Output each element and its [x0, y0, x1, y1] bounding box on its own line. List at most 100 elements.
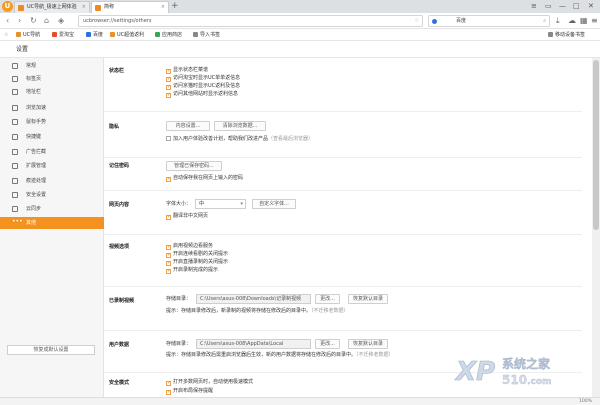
bookmark-item[interactable]: UC超值返利: [110, 29, 144, 41]
path-label: 存储目录：: [166, 296, 192, 302]
maximize-icon[interactable]: □: [573, 0, 580, 13]
checkbox-checked-icon[interactable]: ✓: [166, 381, 171, 386]
option-row[interactable]: ✓ 翻译非中文网页: [166, 212, 208, 220]
checkbox-checked-icon[interactable]: ✓: [166, 93, 171, 98]
path-note: 提示：存储目录修改后需重启浏览器后生效，新的用户数据将存储在修改后的目录中。（不…: [166, 352, 394, 358]
section-statusbar: 状态栏 ✓ 显示状态栏菜谱 ✓ 访问淘宝时显示UC单单返信息 ✓ 访问京猫时显示UC返…: [104, 58, 582, 111]
extension-icon[interactable]: ▦: [580, 16, 588, 26]
section-title: 状态栏: [109, 68, 125, 74]
bookmark-star-icon[interactable]: ☆: [415, 16, 419, 26]
checkbox-checked-icon[interactable]: ✓: [166, 390, 171, 395]
restore-defaults-button[interactable]: 恢复成默认设置: [7, 345, 95, 355]
change-path-button[interactable]: 更改...: [315, 294, 340, 304]
section-title: 隐私: [109, 124, 120, 130]
option-row[interactable]: ✓ 开启录制完成的提示: [166, 266, 218, 274]
bookmark-favicon-icon: [52, 32, 57, 37]
checkbox-checked-icon[interactable]: ✓: [166, 177, 171, 182]
mobile-bookmarks[interactable]: 移动设备书签: [548, 29, 585, 41]
new-tab-button[interactable]: +: [171, 0, 179, 13]
mouse-icon: [12, 119, 18, 125]
uc-logo-icon[interactable]: U: [2, 1, 13, 12]
minimize-icon[interactable]: —: [559, 0, 566, 13]
tab-close-icon[interactable]: ×: [161, 2, 165, 13]
sidebar-item-sync[interactable]: 云同步: [0, 203, 104, 215]
toolbar: ‹ › ↻ ⌂ ◈ ucbrowser://settings/others ☆ …: [0, 13, 600, 29]
refresh-icon[interactable]: ↻: [30, 15, 37, 27]
shield-icon: [12, 192, 18, 198]
more-icon[interactable]: ≡: [591, 16, 598, 26]
lightning-icon: [12, 105, 18, 111]
option-row[interactable]: ✓ 显示状态栏菜谱: [166, 66, 208, 74]
cloud-icon[interactable]: ☁: [568, 16, 576, 26]
path-label: 存储目录：: [166, 341, 192, 347]
baidu-icon: [432, 19, 437, 24]
sidebar-item-acceleration[interactable]: 浏览加速: [0, 102, 104, 114]
bookmark-item[interactable]: 导入书签: [193, 29, 220, 41]
bookmarks-bar: ☆ UC导航 爱淘宝 百度 UC超值返利 应用商店 导入书签 移动设备书签: [0, 29, 600, 41]
menu-icon[interactable]: ≡: [531, 0, 537, 13]
sidebar-item-tabs[interactable]: 标签页: [0, 73, 104, 85]
home-icon[interactable]: ⌂: [44, 15, 49, 27]
checkbox-checked-icon[interactable]: ✓: [166, 269, 171, 274]
bookmark-item[interactable]: 应用商店: [155, 29, 182, 41]
option-row[interactable]: ✓ 开启连续看剧的关闭提示: [166, 250, 228, 258]
bookmark-item[interactable]: 爱淘宝: [52, 29, 74, 41]
zoom-level[interactable]: 100%: [579, 398, 592, 405]
option-row[interactable]: ✓ 启用视频边看服务: [166, 242, 213, 250]
sidebar-item-general[interactable]: 常规: [0, 60, 104, 72]
sidebar-item-security[interactable]: 安全设置: [0, 189, 104, 201]
cloud-icon: [12, 206, 18, 212]
user-data-path-field[interactable]: C:\Users\asus-008\AppData\Local: [196, 339, 311, 349]
section-title: 已录制视频: [109, 298, 135, 304]
sidebar-item-extensions[interactable]: 扩展管理: [0, 160, 104, 172]
forward-icon[interactable]: ›: [18, 15, 21, 27]
skin-icon[interactable]: ▭: [545, 0, 552, 13]
sidebar-item-addressbar[interactable]: 地址栏: [0, 86, 104, 98]
option-row[interactable]: ✓ 访问其他网站时显示返利信息: [166, 90, 238, 98]
option-row[interactable]: ✓ 自动保存我在网页上输入的密码: [166, 174, 243, 182]
close-window-icon[interactable]: ✕: [588, 0, 594, 13]
restore-default-dir-button[interactable]: 恢复默认目录: [348, 339, 388, 349]
option-row[interactable]: ✓ 访问淘宝时显示UC单单返信息: [166, 74, 240, 82]
option-row[interactable]: 加入用户体验改善计划，帮助我们改进产品（查看最后浏览器）: [166, 135, 313, 143]
download-icon[interactable]: ⤓: [556, 16, 560, 26]
option-row[interactable]: ✓ 打开多数网页时，自动使用极速模式: [166, 378, 253, 386]
address-bar[interactable]: ucbrowser://settings/others ☆: [78, 15, 423, 27]
section-privacy: 隐私 内容设置... 清除浏览数据... 加入用户体验改善计划，帮助我们改进产品…: [104, 111, 582, 157]
sidebar-item-others[interactable]: ••• 其他: [0, 217, 104, 229]
section-web-content: 网页内容 字体大小： 中 ▾ 自定义字体... ✓ 翻译非中文网页: [104, 190, 582, 234]
addressbar-icon: [12, 89, 18, 95]
tab-settings[interactable]: 简称 ×: [91, 1, 169, 13]
custom-font-button[interactable]: 自定义字体...: [252, 199, 296, 209]
bookmark-favicon-icon: [155, 32, 160, 37]
tab-icon: [12, 76, 18, 82]
tab-favicon-icon: [18, 5, 24, 11]
option-row[interactable]: ✓ 开启布局保存提醒: [166, 387, 213, 395]
tab-uc-nav[interactable]: UC导航_极速上网体验 ×: [14, 1, 90, 13]
option-row[interactable]: ✓ 访问京猫时显示UC返利及信息: [166, 82, 240, 90]
change-path-button[interactable]: 更改...: [315, 339, 340, 349]
magnifier-icon[interactable]: ⌕: [543, 16, 546, 26]
shield-icon[interactable]: ◈: [58, 15, 64, 27]
sidebar-item-shortcuts[interactable]: 快捷键: [0, 131, 104, 143]
checkbox-checked-icon[interactable]: ✓: [166, 215, 171, 220]
sidebar-item-adblock[interactable]: 广告拦截: [0, 146, 104, 158]
sidebar-item-mouse-gesture[interactable]: 鼠标手势: [0, 116, 104, 128]
clear-data-button[interactable]: 清除浏览数据...: [214, 121, 266, 131]
sidebar-item-traces[interactable]: 痕迹处理: [0, 175, 104, 187]
recorded-path-field[interactable]: C:\Users\asus-008\Downloads\记录制视频: [196, 294, 311, 304]
back-icon[interactable]: ‹: [6, 15, 9, 27]
bookmark-item[interactable]: 百度: [86, 29, 103, 41]
search-box[interactable]: 百度 ⌕: [428, 15, 550, 27]
option-row[interactable]: ✓ 开启直播录制的关闭提示: [166, 258, 228, 266]
checkbox-unchecked-icon[interactable]: [166, 136, 171, 141]
font-size-select[interactable]: 中 ▾: [195, 199, 246, 209]
tab-close-icon[interactable]: ×: [82, 2, 86, 13]
bookmark-star-icon[interactable]: ☆: [4, 29, 8, 41]
scrollbar-thumb[interactable]: [593, 60, 599, 230]
bookmark-item[interactable]: UC导航: [16, 29, 40, 41]
content-settings-button[interactable]: 内容设置...: [166, 121, 210, 131]
restore-default-dir-button[interactable]: 恢复默认目录: [348, 294, 388, 304]
tab-bar: U UC导航_极速上网体验 × 简称 × + ≡ ▭ — □ ✕: [0, 0, 600, 13]
manage-passwords-button[interactable]: 管理已保存密码...: [166, 161, 222, 171]
